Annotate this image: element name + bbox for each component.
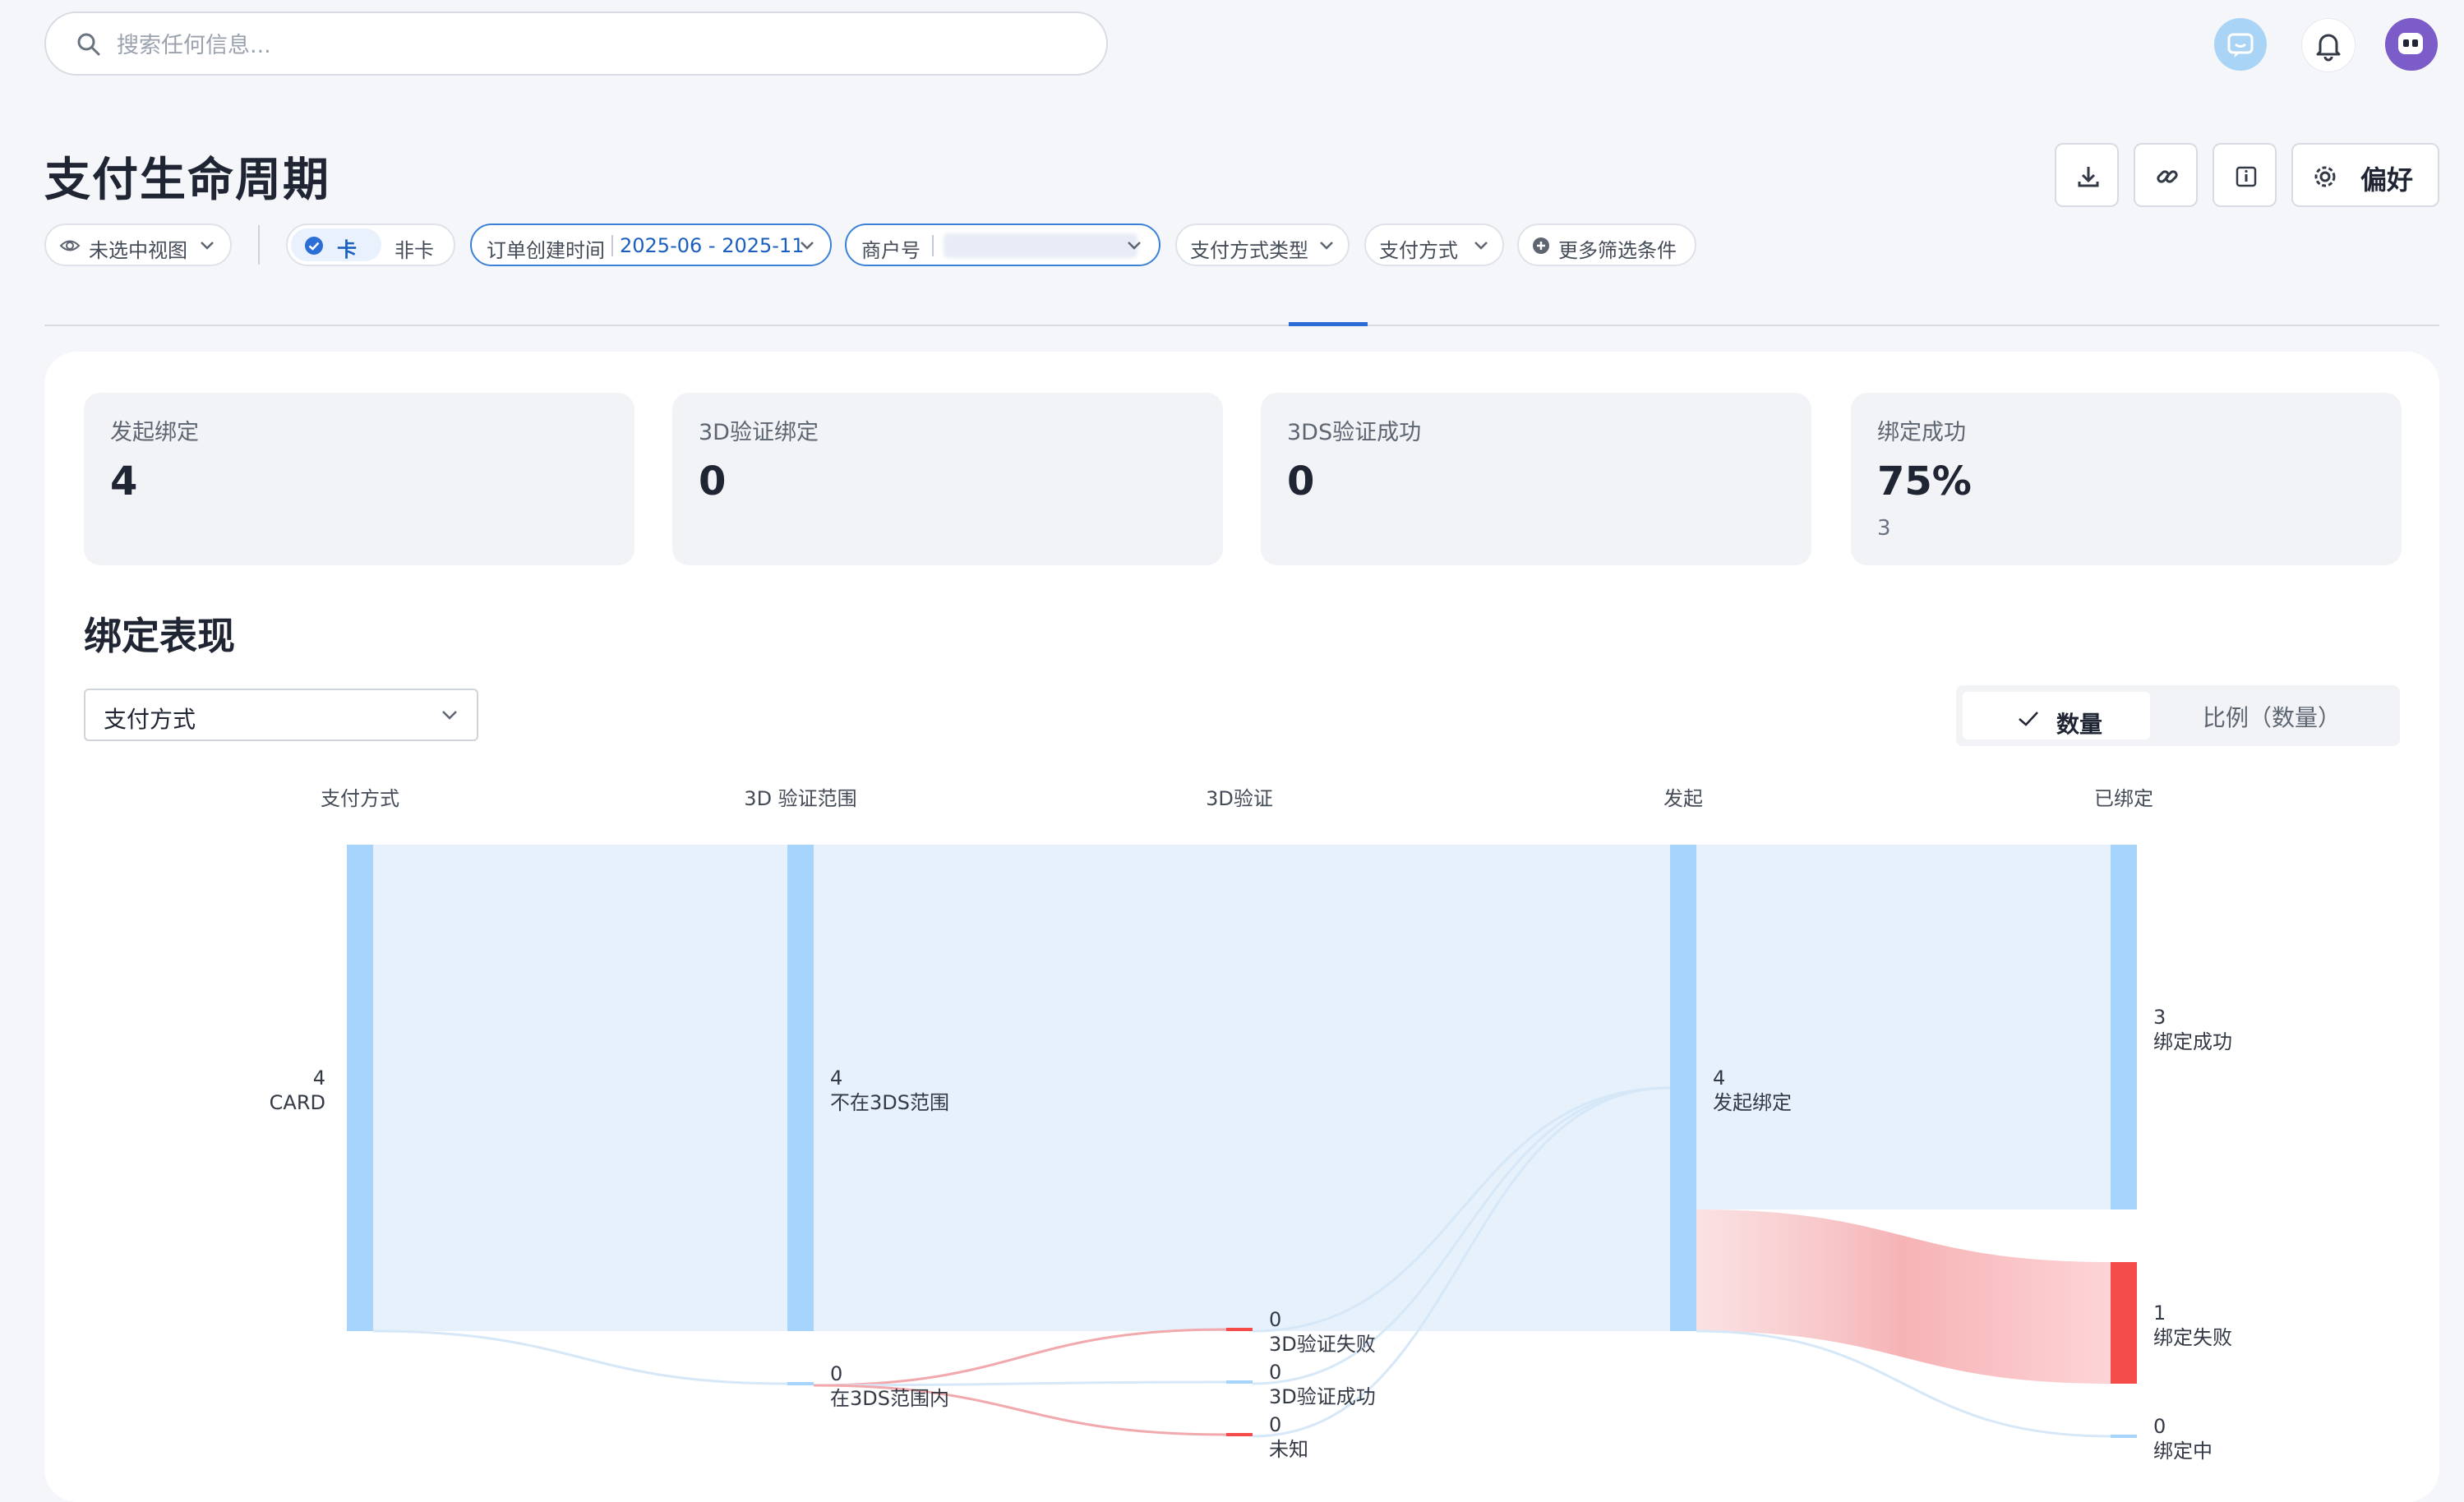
node-name-label: 未知 xyxy=(1269,1438,1308,1461)
node-name-label: CARD xyxy=(270,1091,325,1114)
node-value-label: 0 xyxy=(830,1362,842,1385)
node-value-label: 4 xyxy=(313,1067,325,1090)
sankey-link xyxy=(372,1329,788,1385)
sankey-node-unknown xyxy=(1226,1433,1253,1436)
sankey-link xyxy=(1696,1209,2111,1384)
node-value-label: 4 xyxy=(830,1067,842,1090)
node-name-label: 在3DS范围内 xyxy=(830,1387,949,1410)
sankey-link xyxy=(1696,845,2111,1209)
sankey-node-card xyxy=(347,845,373,1331)
column-header: 已绑定 xyxy=(2094,787,2153,810)
sankey-node-bindfail xyxy=(2111,1262,2137,1384)
sankey-node-in3ds xyxy=(787,1382,814,1385)
column-header: 发起 xyxy=(1663,787,1703,810)
node-value-label: 1 xyxy=(2153,1302,2166,1325)
sankey-node-not3ds xyxy=(787,845,814,1331)
node-value-label: 4 xyxy=(1713,1067,1725,1090)
sankey-node-bound xyxy=(2111,845,2137,1209)
sankey-chart: 4CARD4不在3DS范围0在3DS范围内03D验证失败03D验证成功0未知4发… xyxy=(270,787,2232,1463)
sankey-node-binding xyxy=(2111,1435,2137,1438)
sankey-link xyxy=(373,845,787,1331)
column-header: 3D验证 xyxy=(1206,787,1273,810)
node-value-label: 0 xyxy=(1269,1361,1281,1384)
sankey-node-fail3d xyxy=(1226,1328,1253,1331)
node-value-label: 0 xyxy=(2153,1415,2166,1438)
node-value-label: 0 xyxy=(1269,1413,1281,1436)
node-value-label: 3 xyxy=(2153,1006,2166,1029)
column-header: 支付方式 xyxy=(321,787,399,810)
sankey-link xyxy=(813,1328,1227,1387)
node-name-label: 不在3DS范围 xyxy=(830,1091,949,1114)
node-name-label: 3D验证成功 xyxy=(1269,1385,1376,1408)
node-name-label: 绑定中 xyxy=(2153,1440,2213,1463)
column-header: 3D 验证范围 xyxy=(744,787,856,810)
node-value-label: 0 xyxy=(1269,1308,1281,1331)
node-name-label: 发起绑定 xyxy=(1713,1091,1792,1114)
sankey-node-ok3d xyxy=(1226,1380,1253,1384)
sankey-link xyxy=(814,845,1670,1331)
node-name-label: 3D验证失败 xyxy=(1269,1333,1376,1356)
sankey-node-init xyxy=(1670,845,1696,1331)
node-name-label: 绑定失败 xyxy=(2153,1326,2232,1349)
node-name-label: 绑定成功 xyxy=(2153,1030,2232,1053)
